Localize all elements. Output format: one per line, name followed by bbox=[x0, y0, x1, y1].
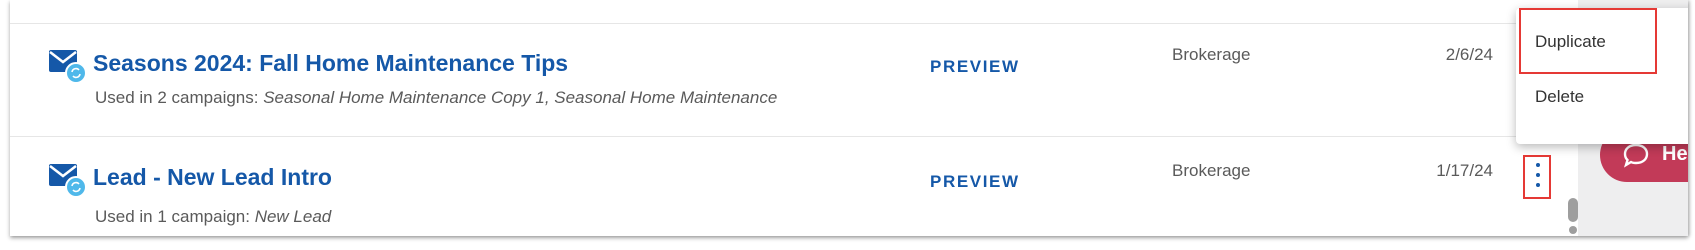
usage-prefix: Used in 1 campaign: bbox=[95, 207, 255, 226]
template-title-link[interactable]: Lead - New Lead Intro bbox=[93, 164, 332, 191]
scrollbar[interactable] bbox=[1568, 198, 1578, 236]
template-owner: Brokerage bbox=[1172, 161, 1251, 180]
email-sync-icon bbox=[49, 164, 87, 198]
menu-item-delete[interactable]: Delete bbox=[1516, 71, 1688, 123]
email-sync-icon bbox=[49, 50, 87, 84]
chat-bubble-icon bbox=[1623, 143, 1649, 168]
usage-prefix: Used in 2 campaigns: bbox=[95, 88, 264, 107]
row-actions-menu: Duplicate Delete bbox=[1516, 8, 1688, 144]
usage-campaigns: New Lead bbox=[254, 207, 332, 226]
more-actions-button[interactable] bbox=[1523, 155, 1551, 199]
previous-row-usage-cut: ˉ ˉ ˉ ˉ ˉ ˉ ˉ ˉ bbox=[95, 0, 173, 9]
table-row: Lead - New Lead Intro Used in 1 campaign… bbox=[10, 137, 1578, 236]
preview-button[interactable]: PREVIEW bbox=[930, 172, 1020, 192]
duplicate-highlight-box bbox=[1519, 8, 1657, 74]
template-usage: Used in 2 campaigns: Seasonal Home Maint… bbox=[95, 88, 777, 108]
template-usage: Used in 1 campaign: New Lead bbox=[95, 207, 331, 227]
help-label: Help bbox=[1662, 143, 1688, 165]
template-owner: Brokerage bbox=[1172, 45, 1251, 64]
scrollbar-thumb[interactable] bbox=[1568, 198, 1578, 222]
template-title-link[interactable]: Seasons 2024: Fall Home Maintenance Tips bbox=[93, 50, 568, 77]
template-date: 1/17/24 bbox=[1436, 161, 1493, 180]
menu-item-label: Delete bbox=[1535, 87, 1585, 106]
preview-button[interactable]: PREVIEW bbox=[930, 57, 1020, 77]
usage-campaigns: Seasonal Home Maintenance Copy 1, Season… bbox=[263, 88, 778, 107]
template-date: 2/6/24 bbox=[1445, 45, 1493, 64]
email-templates-frame: ˉ ˉ ˉ ˉ ˉ ˉ ˉ ˉ Seasons 2024: Fall Home … bbox=[10, 0, 1688, 236]
template-list: ˉ ˉ ˉ ˉ ˉ ˉ ˉ ˉ Seasons 2024: Fall Home … bbox=[10, 0, 1578, 236]
more-vert-icon bbox=[1536, 163, 1540, 167]
table-row: Seasons 2024: Fall Home Maintenance Tips… bbox=[10, 24, 1578, 136]
